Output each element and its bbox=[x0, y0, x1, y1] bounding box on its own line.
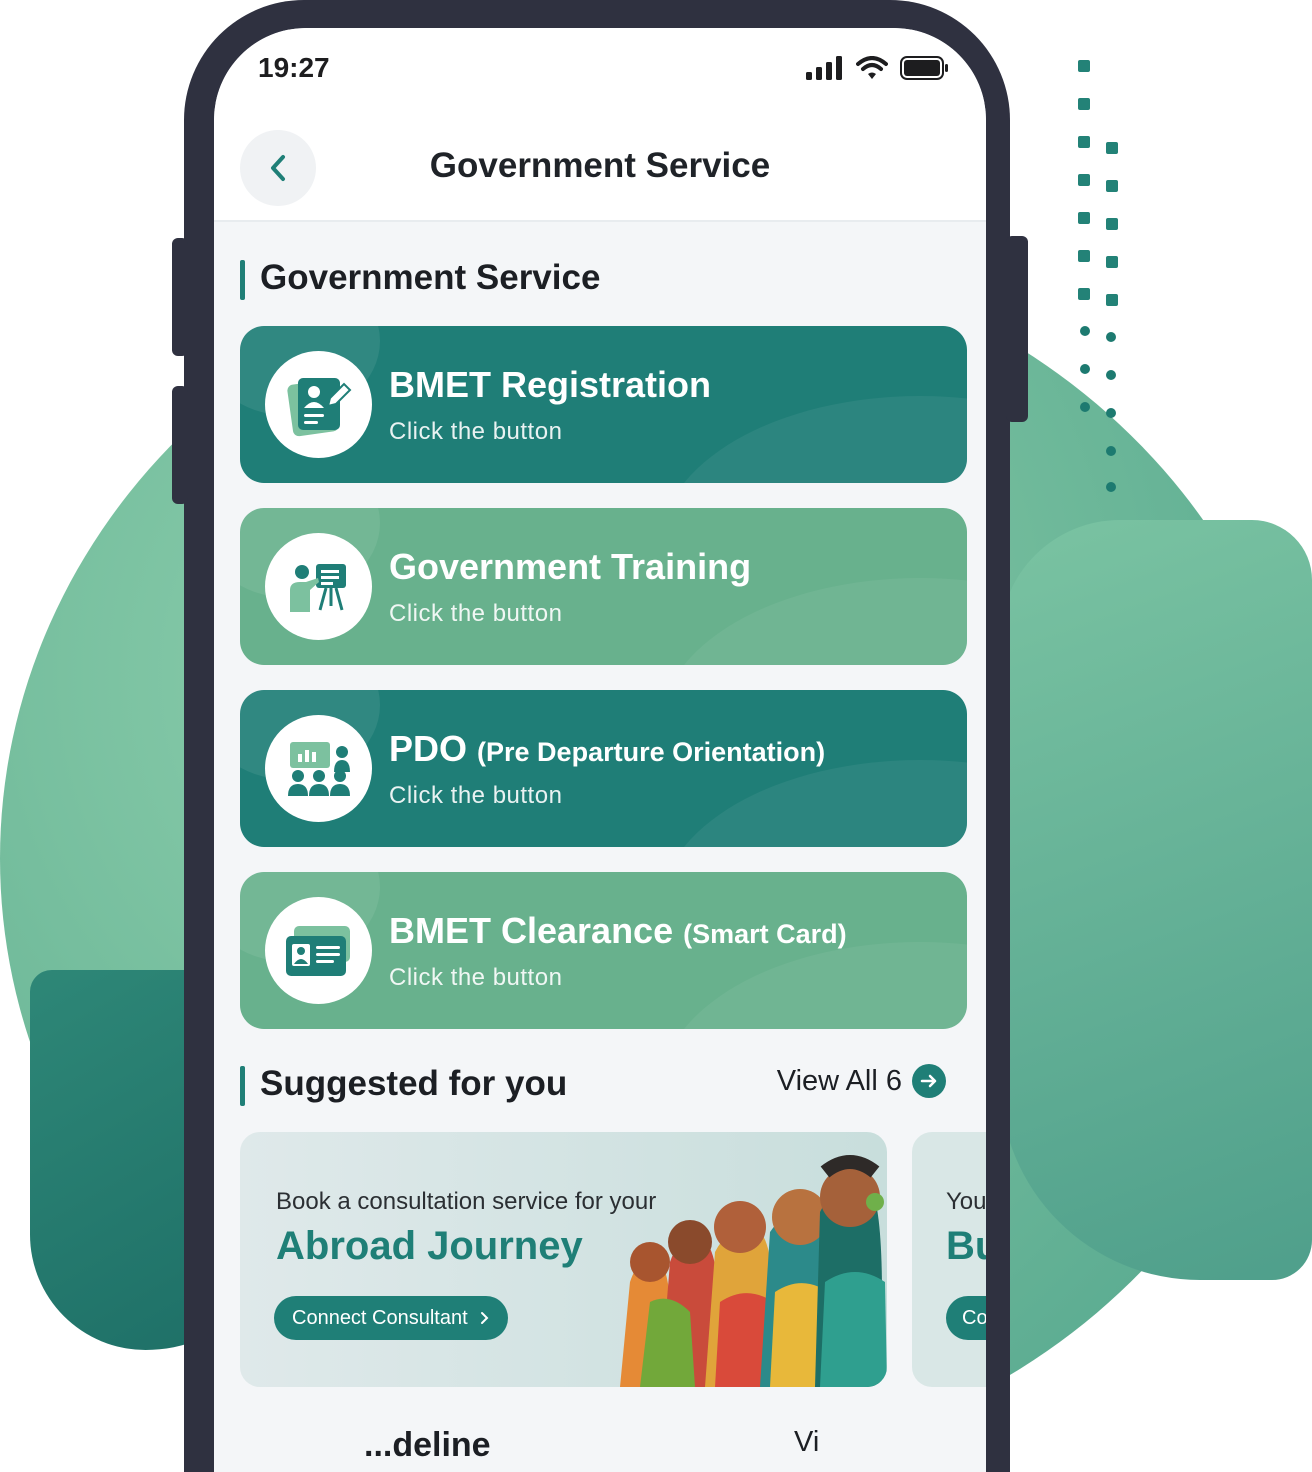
service-card-pdo[interactable]: PDO (Pre Departure Orientation) Click th… bbox=[240, 690, 967, 847]
classroom-orientation-icon bbox=[265, 715, 372, 822]
section-accent-bar bbox=[240, 260, 245, 300]
navigation-bar: Government Service bbox=[214, 118, 986, 222]
status-icons bbox=[806, 56, 950, 80]
government-service-section-header: Government Service bbox=[240, 258, 966, 304]
service-card-bmet-registration[interactable]: BMET Registration Click the button bbox=[240, 326, 967, 483]
service-card-bmet-clearance[interactable]: BMET Clearance (Smart Card) Click the bu… bbox=[240, 872, 967, 1029]
suggestion-card-secondary[interactable]: You Bu Co bbox=[912, 1132, 986, 1387]
suggested-section-header: Suggested for you View All 6 bbox=[240, 1064, 966, 1110]
registration-form-icon bbox=[265, 351, 372, 458]
service-title-subtext: (Pre Departure Orientation) bbox=[477, 737, 826, 767]
service-title: BMET Clearance (Smart Card) bbox=[389, 910, 847, 951]
phone-volume-down-button bbox=[172, 386, 188, 504]
suggestion-card-consultation[interactable]: Book a consultation service for your Abr… bbox=[240, 1132, 887, 1387]
connect-consultant-label: Connect Consultant bbox=[292, 1306, 468, 1329]
chevron-right-icon bbox=[480, 1312, 489, 1324]
service-caption: Click the button bbox=[389, 964, 563, 991]
view-all-link[interactable]: View All 6 bbox=[777, 1064, 946, 1098]
status-time: 19:27 bbox=[258, 52, 330, 83]
service-title-subtext: (Smart Card) bbox=[683, 919, 847, 949]
smart-card-icon bbox=[265, 897, 372, 1004]
service-caption: Click the button bbox=[389, 782, 563, 809]
service-card-government-training[interactable]: Government Training Click the button bbox=[240, 508, 967, 665]
view-all-link[interactable]: Vi bbox=[794, 1426, 819, 1459]
connect-consultant-button[interactable]: Connect Consultant bbox=[274, 1296, 508, 1340]
status-bar: 19:27 bbox=[214, 28, 986, 118]
decorative-dots bbox=[1068, 56, 1128, 496]
suggestion-button[interactable]: Co bbox=[946, 1296, 986, 1340]
service-title: BMET Registration bbox=[389, 364, 712, 405]
service-title: PDO (Pre Departure Orientation) bbox=[389, 728, 826, 769]
service-caption: Click the button bbox=[389, 600, 563, 627]
phone-screen: 19:27 Government Service Government Serv… bbox=[214, 28, 986, 1472]
consultants-illustration bbox=[620, 1155, 887, 1387]
service-title: Government Training bbox=[389, 546, 752, 587]
phone-power-button bbox=[1006, 236, 1028, 422]
cellular-signal-icon bbox=[806, 56, 842, 80]
suggestion-title: Bu bbox=[946, 1224, 986, 1268]
training-presentation-icon bbox=[265, 533, 372, 640]
section-accent-bar bbox=[240, 1066, 245, 1106]
next-section-header: ...deline Vi bbox=[214, 1416, 986, 1472]
section-title: ...deline bbox=[364, 1426, 491, 1464]
suggestion-title: Abroad Journey bbox=[276, 1224, 583, 1268]
page-title: Government Service bbox=[429, 146, 771, 185]
section-title: Suggested for you bbox=[260, 1064, 568, 1103]
battery-icon bbox=[900, 56, 948, 80]
suggestion-pre-text: Book a consultation service for your bbox=[276, 1188, 657, 1215]
service-caption: Click the button bbox=[389, 418, 563, 445]
phone-volume-up-button bbox=[172, 238, 188, 356]
background-shape-right bbox=[1000, 520, 1312, 1280]
view-all-label: View All 6 bbox=[776, 1064, 902, 1097]
wifi-icon bbox=[856, 56, 888, 79]
suggestion-pre-text: You bbox=[946, 1188, 986, 1215]
section-title: Government Service bbox=[260, 258, 601, 297]
arrow-right-icon bbox=[912, 1064, 946, 1098]
